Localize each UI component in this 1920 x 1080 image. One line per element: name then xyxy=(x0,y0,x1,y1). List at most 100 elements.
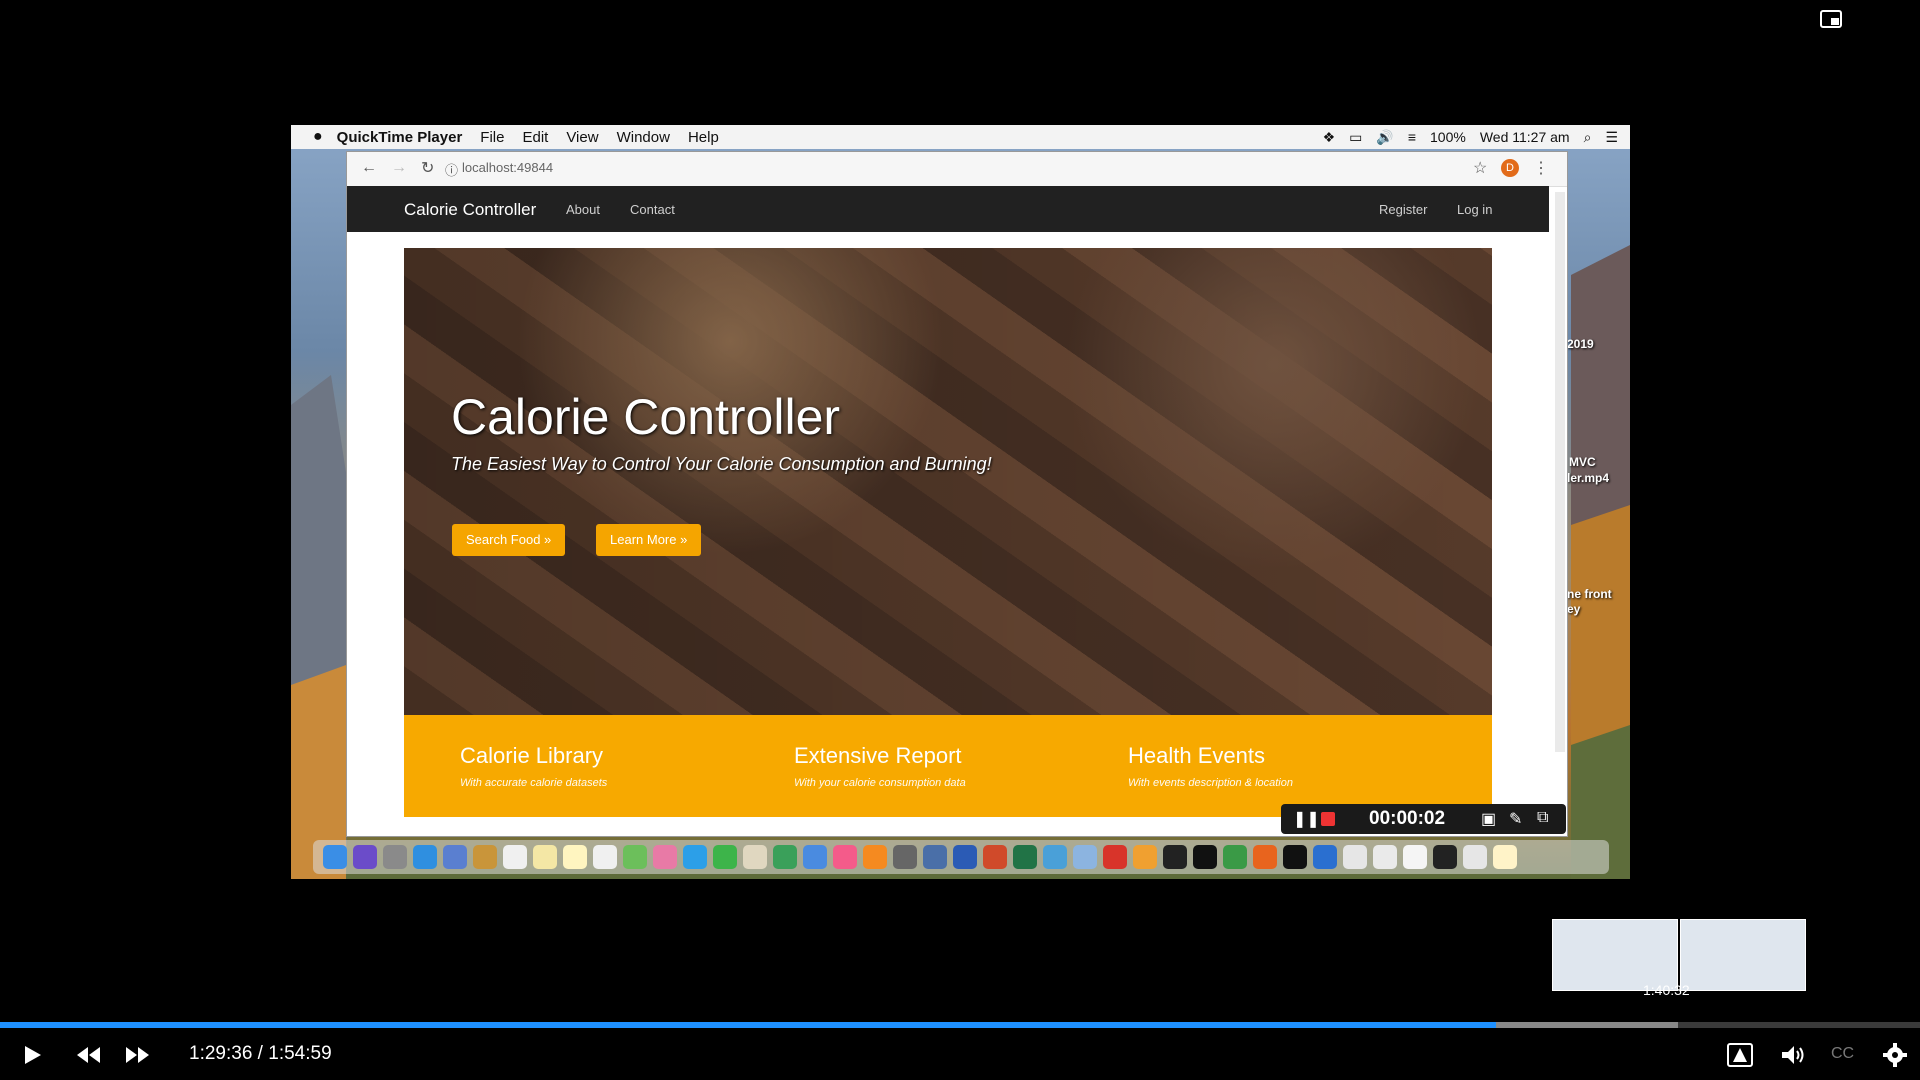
terminal-icon[interactable] xyxy=(1193,845,1217,869)
fast-forward-icon[interactable] xyxy=(124,1043,152,1067)
site-brand[interactable]: Calorie Controller xyxy=(404,200,536,220)
folder-icon[interactable] xyxy=(1433,845,1457,869)
window-icon[interactable]: ⧉ xyxy=(1537,809,1548,827)
siri-icon[interactable] xyxy=(353,845,377,869)
itunes-icon[interactable] xyxy=(833,845,857,869)
calendar-icon[interactable] xyxy=(503,845,527,869)
desktop-label[interactable]: ler.mp4 xyxy=(1567,471,1609,485)
play-icon[interactable] xyxy=(18,1043,46,1067)
airplay-icon[interactable]: ▭ xyxy=(1349,129,1362,146)
apple-icon[interactable]: ● xyxy=(313,128,323,146)
browser-window: ← → ↻ ⓘ localhost:49844 ☆ D ⋮ Calorie Co… xyxy=(346,151,1568,837)
pen-icon[interactable]: ✎ xyxy=(1509,809,1522,829)
pages-icon[interactable] xyxy=(743,845,767,869)
desktop-label[interactable]: 2019 xyxy=(1567,337,1594,351)
hero-subtitle: The Easiest Way to Control Your Calorie … xyxy=(451,454,992,474)
firefox-icon[interactable] xyxy=(1253,845,1277,869)
search-food-button[interactable]: Search Food » xyxy=(452,524,566,556)
forward-icon[interactable]: → xyxy=(391,159,407,177)
intellij-icon[interactable] xyxy=(1163,845,1187,869)
console-icon[interactable] xyxy=(1283,845,1307,869)
recording-timer: 00:00:02 xyxy=(1369,808,1446,829)
current-time: 1:29:36 xyxy=(189,1043,253,1064)
menu-edit[interactable]: Edit xyxy=(522,129,548,146)
hero-overlay xyxy=(404,248,1492,715)
notes-icon[interactable] xyxy=(533,845,557,869)
clock-text[interactable]: Wed 11:27 am xyxy=(1480,129,1570,145)
stickies-icon[interactable] xyxy=(563,845,587,869)
desktop-label[interactable]: ne front xyxy=(1567,587,1612,601)
seek-preview-thumbnail xyxy=(1680,919,1806,991)
nav-login[interactable]: Log in xyxy=(1457,202,1492,217)
desktop-label[interactable]: ey xyxy=(1567,602,1580,616)
menu-window[interactable]: Window xyxy=(617,129,670,146)
desktop-label[interactable]: MVC xyxy=(1569,455,1596,469)
word-icon[interactable] xyxy=(953,845,977,869)
keynote-icon[interactable] xyxy=(803,845,827,869)
stop-record-icon[interactable] xyxy=(1321,812,1335,826)
hero-banner: Calorie Controller The Easiest Way to Co… xyxy=(404,248,1492,715)
package-icon[interactable] xyxy=(1073,845,1097,869)
finder-icon[interactable] xyxy=(323,845,347,869)
hero-title: Calorie Controller xyxy=(451,389,841,445)
menu-file[interactable]: File xyxy=(480,129,504,146)
folder-icon[interactable] xyxy=(1343,845,1367,869)
menu-app-name[interactable]: QuickTime Player xyxy=(337,129,463,146)
chrome-icon[interactable] xyxy=(1223,845,1247,869)
theater-mode-icon[interactable] xyxy=(1726,1043,1754,1067)
trash-icon[interactable] xyxy=(1493,845,1517,869)
more-menu-icon[interactable]: ⋮ xyxy=(1533,158,1549,178)
settings-gear-icon[interactable] xyxy=(1881,1043,1909,1067)
volume-icon[interactable] xyxy=(1779,1043,1807,1067)
reload-icon[interactable]: ↻ xyxy=(421,158,434,178)
network-icon[interactable] xyxy=(1043,845,1067,869)
time-display: 1:29:36 / 1:54:59 xyxy=(189,1043,332,1065)
launchpad-icon[interactable] xyxy=(383,845,407,869)
dropbox-icon[interactable]: ❖ xyxy=(1323,129,1336,146)
folder-icon[interactable] xyxy=(1373,845,1397,869)
bookmark-star-icon[interactable]: ☆ xyxy=(1473,158,1487,178)
menu-help[interactable]: Help xyxy=(688,129,719,146)
contacts-icon[interactable] xyxy=(473,845,497,869)
feature-subtitle: With your calorie consumption data xyxy=(794,777,966,789)
nav-about[interactable]: About xyxy=(566,202,600,217)
virtualbox-icon[interactable] xyxy=(923,845,947,869)
nav-register[interactable]: Register xyxy=(1379,202,1427,217)
learn-more-button[interactable]: Learn More » xyxy=(596,524,702,556)
wifi-icon[interactable]: ≡ xyxy=(1408,129,1416,145)
system-preferences-icon[interactable] xyxy=(893,845,917,869)
page-scrollbar[interactable] xyxy=(1555,192,1565,752)
browser-toolbar: ← → ↻ ⓘ localhost:49844 ☆ D ⋮ xyxy=(347,152,1567,187)
picture-in-picture-icon[interactable] xyxy=(1820,10,1842,28)
mail-icon[interactable] xyxy=(443,845,467,869)
profile-avatar[interactable]: D xyxy=(1501,159,1519,177)
pause-icon[interactable]: ❚❚ xyxy=(1293,809,1320,829)
volume-icon[interactable]: 🔊 xyxy=(1376,129,1393,146)
notification-icon[interactable]: ☰ xyxy=(1605,129,1618,146)
closed-captions-button[interactable]: CC xyxy=(1831,1045,1854,1063)
camera-icon[interactable]: ▣ xyxy=(1481,809,1496,829)
safari-icon[interactable] xyxy=(413,845,437,869)
messages-icon[interactable] xyxy=(683,845,707,869)
books-icon[interactable] xyxy=(863,845,887,869)
photos-icon[interactable] xyxy=(653,845,677,869)
nav-contact[interactable]: Contact xyxy=(630,202,675,217)
spotlight-icon[interactable]: ⌕ xyxy=(1584,129,1592,146)
folder-icon[interactable] xyxy=(1403,845,1427,869)
java-icon[interactable] xyxy=(1133,845,1157,869)
numbers-icon[interactable] xyxy=(773,845,797,869)
reminders-icon[interactable] xyxy=(593,845,617,869)
downloads-icon[interactable] xyxy=(1463,845,1487,869)
rewind-icon[interactable] xyxy=(74,1043,102,1067)
vivaldi-icon[interactable] xyxy=(1103,845,1127,869)
battery-text[interactable]: 100% xyxy=(1430,129,1466,145)
quicktime-icon[interactable] xyxy=(1313,845,1337,869)
maps-icon[interactable] xyxy=(623,845,647,869)
info-icon[interactable]: ⓘ xyxy=(445,160,458,179)
address-bar[interactable]: localhost:49844 xyxy=(462,160,553,175)
facetime-icon[interactable] xyxy=(713,845,737,869)
back-icon[interactable]: ← xyxy=(361,159,377,177)
powerpoint-icon[interactable] xyxy=(983,845,1007,869)
menu-view[interactable]: View xyxy=(566,129,598,146)
excel-icon[interactable] xyxy=(1013,845,1037,869)
